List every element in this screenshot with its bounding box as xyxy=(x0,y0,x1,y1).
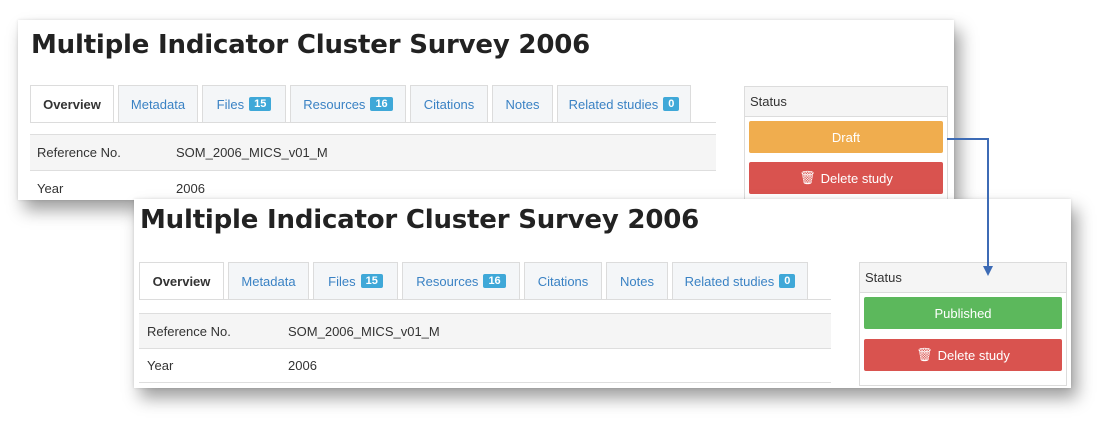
tab-notes[interactable]: Notes xyxy=(492,85,553,122)
tab-label: Metadata xyxy=(130,96,186,112)
delete-label: Delete study xyxy=(820,170,893,186)
delete-label: Delete study xyxy=(937,347,1010,363)
page-title: Multiple Indicator Cluster Survey 2006 xyxy=(140,205,699,235)
screenshot-before-draft: Multiple Indicator Cluster Survey 2006 O… xyxy=(18,20,954,200)
tab-divider xyxy=(30,122,716,123)
tab-files[interactable]: Files 15 xyxy=(313,262,398,299)
tab-label: Files xyxy=(216,96,245,112)
row-label: Reference No. xyxy=(37,145,121,160)
tab-divider xyxy=(139,299,831,300)
published-button[interactable]: Published xyxy=(864,297,1062,329)
table-row: Reference No. SOM_2006_MICS_v01_M xyxy=(139,313,831,348)
tab-label: Notes xyxy=(505,96,540,112)
tab-label: Overview xyxy=(152,273,211,289)
study-info-table: Reference No. SOM_2006_MICS_v01_M Year 2… xyxy=(139,313,831,383)
row-label: Year xyxy=(37,181,64,196)
status-header: Status xyxy=(745,87,947,117)
delete-study-button[interactable]: 🗑 Delete study xyxy=(749,162,943,194)
tab-files[interactable]: Files 15 xyxy=(202,85,286,122)
tab-related-studies[interactable]: Related studies 0 xyxy=(557,85,691,122)
tab-related-studies[interactable]: Related studies 0 xyxy=(672,262,808,299)
row-value: 2006 xyxy=(288,358,317,373)
tab-label: Citations xyxy=(423,96,475,112)
tab-label: Notes xyxy=(620,273,654,289)
status-header: Status xyxy=(860,263,1066,293)
status-box: Status Draft 🗑 Delete study xyxy=(744,86,948,200)
tab-resources[interactable]: Resources 16 xyxy=(290,85,406,122)
count-badge: 15 xyxy=(249,97,272,111)
draft-button[interactable]: Draft xyxy=(749,121,943,153)
tab-label: Overview xyxy=(43,96,101,112)
row-value: SOM_2006_MICS_v01_M xyxy=(176,145,328,160)
count-badge: 0 xyxy=(663,97,680,111)
tab-notes[interactable]: Notes xyxy=(606,262,668,299)
tab-label: Related studies xyxy=(684,273,775,289)
tab-overview[interactable]: Overview xyxy=(139,262,224,299)
row-label: Reference No. xyxy=(147,323,231,339)
count-badge: 16 xyxy=(370,97,393,111)
table-row: Year 2006 xyxy=(30,170,716,200)
tab-citations[interactable]: Citations xyxy=(410,85,488,122)
count-badge: 16 xyxy=(483,274,506,288)
table-row: Year 2006 xyxy=(139,348,831,383)
delete-study-button[interactable]: 🗑 Delete study xyxy=(864,339,1062,371)
row-value: SOM_2006_MICS_v01_M xyxy=(288,323,440,339)
screenshot-after-published: Multiple Indicator Cluster Survey 2006 O… xyxy=(134,199,1071,388)
tab-resources[interactable]: Resources 16 xyxy=(402,262,520,299)
trash-icon: 🗑 xyxy=(916,347,933,362)
page-title: Multiple Indicator Cluster Survey 2006 xyxy=(31,30,590,60)
tab-overview[interactable]: Overview xyxy=(30,85,114,122)
tab-label: Metadata xyxy=(241,273,296,289)
tab-metadata[interactable]: Metadata xyxy=(228,262,309,299)
status-box: Status Published 🗑 Delete study xyxy=(859,262,1067,386)
tab-metadata[interactable]: Metadata xyxy=(118,85,198,122)
count-badge: 15 xyxy=(360,274,383,288)
tab-label: Files xyxy=(328,273,356,289)
tab-label: Resources xyxy=(303,96,366,112)
count-badge: 0 xyxy=(779,274,796,288)
tab-label: Resources xyxy=(416,273,479,289)
tab-label: Citations xyxy=(537,273,589,289)
trash-icon: 🗑 xyxy=(799,170,816,185)
tab-citations[interactable]: Citations xyxy=(524,262,602,299)
study-info-table: Reference No. SOM_2006_MICS_v01_M Year 2… xyxy=(30,134,716,200)
row-label: Year xyxy=(147,358,174,373)
tab-bar: Overview Metadata Files 15 Resources 16 Ci… xyxy=(30,85,695,122)
table-row: Reference No. SOM_2006_MICS_v01_M xyxy=(30,134,716,170)
row-value: 2006 xyxy=(176,181,205,196)
tab-label: Related studies xyxy=(568,96,659,112)
tab-bar: Overview Metadata Files 15 Resources 16 Ci… xyxy=(139,262,812,299)
